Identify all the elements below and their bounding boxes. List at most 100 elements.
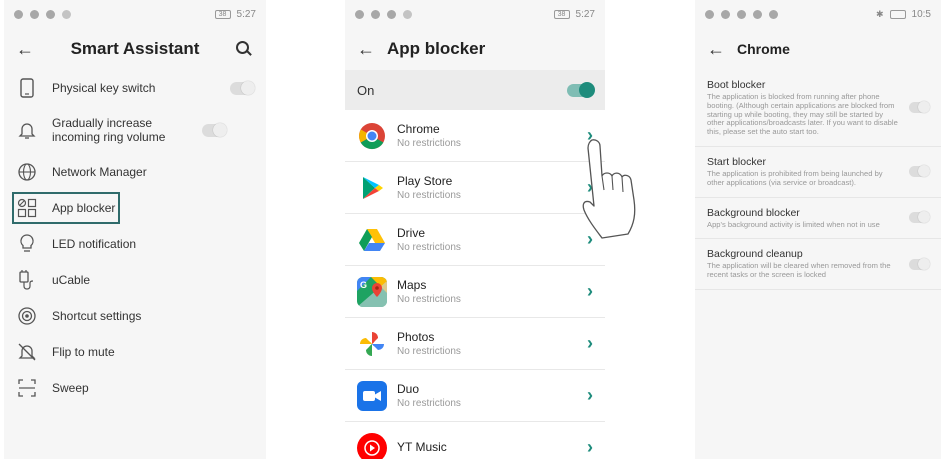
photos-icon [357,329,387,359]
back-arrow-icon[interactable]: ← [707,39,737,60]
setting-label: Gradually increase incoming ring volume [52,116,166,144]
app-status: No restrictions [397,241,461,253]
boot-blocker-toggle[interactable] [909,101,930,114]
setting-label: Flip to mute [52,345,115,359]
search-icon[interactable] [234,39,254,59]
lightbulb-icon [16,233,38,255]
title-bar: ← Smart Assistant [4,28,266,70]
app-row-maps[interactable]: G Maps No restrictions › [345,266,605,318]
chevron-right-icon[interactable]: › [587,385,593,406]
app-name: Drive [397,225,426,240]
app-row-play-store[interactable]: Play Store No restrictions › [345,162,605,214]
title-bar: ← App blocker [345,28,605,70]
app-status: No restrictions [397,397,461,409]
master-switch-label: On [357,82,375,98]
app-list: Chrome No restrictions › Play Store No r… [345,110,605,459]
status-bar: ✱ 10:5 [695,0,941,28]
status-bar: 38 5:27 [345,0,605,28]
wifi-icon [355,9,364,19]
page-title: Smart Assistant [70,39,200,58]
app-text: Maps No restrictions [397,278,587,306]
chrome-detail-screen: ✱ 10:5 ← Chrome Boot blocker The applica… [695,0,941,459]
app-blocker-icon [16,197,38,219]
status-time: 5:27 [236,8,256,20]
app-name: Duo [397,381,420,396]
yt-music-icon [357,432,387,459]
bluetooth-icon: ✱ [875,8,884,19]
master-switch-row[interactable]: On [345,70,605,110]
bell-icon [16,119,38,141]
app-status: No restrictions [397,345,461,357]
clipboard-status-icon [769,9,778,19]
start-blocker-row[interactable]: Start blocker The application is prohibi… [695,147,941,198]
status-time: 10:5 [911,8,931,20]
start-blocker-toggle[interactable] [909,165,930,178]
section-text: Background cleanup The application will … [707,248,909,280]
section-text: Boot blocker The application is blocked … [707,79,909,137]
shield-status-icon [46,9,55,19]
app-text: Photos No restrictions [397,330,587,358]
settings-status-icon [30,9,39,19]
app-text: Play Store No restrictions [397,174,587,202]
setting-physical-key-switch[interactable]: Physical key switch [4,70,266,106]
status-right: ✱ 10:5 [876,9,931,20]
status-bar: 38 5:27 [4,0,266,28]
physical-key-toggle[interactable] [230,80,255,95]
back-arrow-icon[interactable]: ← [16,39,46,60]
wifi-icon [721,9,730,19]
setting-ucable[interactable]: uCable [4,262,266,298]
app-blocker-screen: 38 5:27 ← App blocker On Chrome No restr… [345,0,605,459]
background-blocker-row[interactable]: Background blocker App's background acti… [695,198,941,240]
maps-icon: G [357,276,387,307]
background-cleanup-row[interactable]: Background cleanup The application will … [695,239,941,290]
play-store-icon [357,173,387,203]
app-status: No restrictions [397,137,461,149]
status-right: 38 5:27 [214,8,256,20]
drive-icon [357,225,387,255]
app-name: Chrome [397,121,440,136]
section-title: Boot blocker [707,79,766,91]
settings-status-icon [371,9,380,19]
battery-icon: 38 [214,9,231,19]
target-icon [16,305,38,327]
back-arrow-icon[interactable]: ← [357,39,387,60]
app-row-yt-music[interactable]: YT Music › [345,422,605,459]
smart-assistant-screen: 38 5:27 ← Smart Assistant Physical key s… [4,0,266,459]
app-row-photos[interactable]: Photos No restrictions › [345,318,605,370]
setting-led-notification[interactable]: LED notification [4,226,266,262]
globe-icon [16,161,38,183]
boot-blocker-row[interactable]: Boot blocker The application is blocked … [695,70,941,147]
section-description: The application will be cleared when rem… [707,261,891,280]
section-title: Start blocker [707,155,766,168]
chrome-icon [357,121,387,151]
setting-flip-to-mute[interactable]: Flip to mute [4,334,266,370]
signal-icon [403,9,412,19]
ring-volume-toggle[interactable] [202,122,227,137]
setting-label: uCable [52,273,91,287]
status-icons [14,9,71,19]
section-description: The application is prohibited from being… [707,168,883,187]
background-cleanup-toggle[interactable] [909,257,930,270]
section-title: Background cleanup [707,248,803,261]
chevron-right-icon[interactable]: › [587,437,593,458]
section-text: Start blocker The application is prohibi… [707,156,909,188]
setting-sweep[interactable]: Sweep [4,370,266,406]
setting-label: LED notification [52,237,137,251]
scan-frame-icon [16,377,38,399]
app-text: YT Music [397,440,587,455]
setting-ring-volume[interactable]: Gradually increase incoming ring volume [4,106,266,154]
app-row-duo[interactable]: Duo No restrictions › [345,370,605,422]
app-row-drive[interactable]: Drive No restrictions › [345,214,605,266]
app-row-chrome[interactable]: Chrome No restrictions › [345,110,605,162]
setting-app-blocker[interactable]: App blocker [4,190,266,226]
setting-network-manager[interactable]: Network Manager [4,154,266,190]
wifi-icon [14,9,23,19]
background-blocker-toggle[interactable] [909,211,930,224]
master-toggle[interactable] [567,81,595,98]
chevron-right-icon[interactable]: › [587,333,593,354]
setting-shortcut-settings[interactable]: Shortcut settings [4,298,266,334]
app-text: Drive No restrictions [397,226,587,254]
battery-icon: 38 [553,9,570,19]
chevron-right-icon[interactable]: › [587,281,593,302]
app-name: Play Store [397,173,453,188]
